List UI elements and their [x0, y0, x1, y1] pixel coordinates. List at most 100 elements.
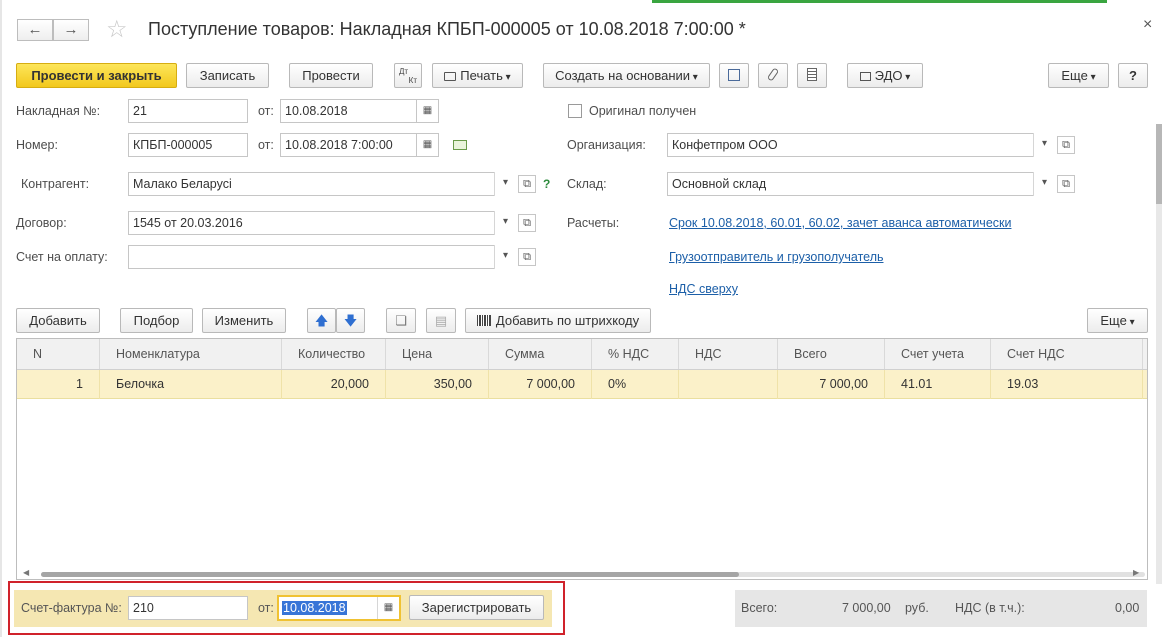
cell-vat-rate: 0%	[592, 370, 679, 399]
column-header-vat[interactable]: НДС	[679, 339, 778, 369]
horizontal-scroll-thumb[interactable]	[41, 572, 739, 577]
window-edge	[0, 0, 2, 637]
open-counterparty-icon[interactable]: ⧉	[518, 175, 536, 193]
number-edit-icon[interactable]	[453, 140, 467, 150]
chevron-down-icon[interactable]: ▾	[494, 211, 516, 235]
original-received-checkbox[interactable]	[568, 104, 582, 118]
organization-label: Организация:	[567, 138, 646, 152]
invoice-date-value: 10.08.2018	[285, 104, 348, 118]
invoice-number-input[interactable]: 21	[128, 99, 248, 123]
invoice-number-label: Накладная №:	[16, 104, 101, 118]
table-row[interactable]: 1 Белочка 20,000 350,00 7 000,00 0% 7 00…	[17, 370, 1147, 399]
create-based-on-button[interactable]: Создать на основании	[543, 63, 710, 88]
cell-quantity: 20,000	[282, 370, 386, 399]
save-button[interactable]: Записать	[186, 63, 269, 88]
payment-invoice-label: Счет на оплату:	[16, 250, 108, 264]
payment-invoice-input[interactable]	[128, 245, 516, 269]
column-header-vat-account[interactable]: Счет НДС	[991, 339, 1143, 369]
column-header-account[interactable]: Счет учета	[885, 339, 991, 369]
close-icon[interactable]: ×	[1143, 16, 1152, 34]
attach-button[interactable]	[758, 63, 788, 88]
favorite-star-icon[interactable]: ☆	[106, 15, 128, 44]
add-by-barcode-button[interactable]: Добавить по штрихкоду	[465, 308, 651, 333]
open-organization-icon[interactable]: ⧉	[1057, 136, 1075, 154]
edo-button[interactable]: ЭДО	[847, 63, 923, 88]
post-button[interactable]: Провести	[289, 63, 373, 88]
cell-vat-account: 19.03	[991, 370, 1143, 399]
arrow-down-icon: 🡇	[343, 313, 358, 328]
copy-icon: ❏	[395, 313, 407, 328]
move-up-button[interactable]: 🡅	[307, 308, 336, 333]
open-warehouse-icon[interactable]: ⧉	[1057, 175, 1075, 193]
paperclip-icon	[766, 67, 780, 82]
chevron-down-icon[interactable]: ▾	[1033, 172, 1055, 196]
add-row-button[interactable]: Добавить	[16, 308, 100, 333]
print-label: Печать	[460, 68, 510, 83]
settlements-label: Расчеты:	[567, 216, 620, 230]
scroll-right-icon[interactable]: ▶	[1133, 568, 1139, 577]
calendar-icon[interactable]: ▦	[416, 133, 439, 157]
vat-on-top-link[interactable]: НДС сверху	[669, 282, 738, 296]
number-label: Номер:	[16, 138, 58, 152]
horizontal-scrollbar[interactable]	[41, 572, 1145, 577]
number-datetime-value: 10.08.2018 7:00:00	[285, 138, 393, 152]
vertical-scroll-thumb[interactable]	[1156, 124, 1162, 204]
print-button[interactable]: Печать	[432, 63, 523, 88]
structure-button[interactable]	[719, 63, 749, 88]
counterparty-input[interactable]: Малако Беларусi	[128, 172, 516, 196]
open-contract-icon[interactable]: ⧉	[518, 214, 536, 232]
more-button[interactable]: Еще	[1048, 63, 1109, 88]
column-header-quantity[interactable]: Количество	[282, 339, 386, 369]
goods-table[interactable]: N Номенклатура Количество Цена Сумма % Н…	[16, 338, 1148, 580]
column-header-total[interactable]: Всего	[778, 339, 885, 369]
structure-icon	[728, 69, 740, 81]
open-payment-invoice-icon[interactable]: ⧉	[518, 248, 536, 266]
arrow-left-icon: ←	[27, 21, 43, 38]
contract-label: Договор:	[16, 216, 67, 230]
counterparty-help-icon[interactable]: ?	[543, 177, 550, 191]
table-header: N Номенклатура Количество Цена Сумма % Н…	[17, 339, 1147, 370]
contract-input[interactable]: 1545 от 20.03.2016	[128, 211, 516, 235]
number-date-from-label: от:	[258, 138, 274, 152]
dt-kt-button[interactable]: Дт Кт	[394, 63, 422, 88]
back-button[interactable]: ←	[17, 19, 53, 41]
chevron-down-icon[interactable]: ▾	[1033, 133, 1055, 157]
organization-input[interactable]: Конфетпром ООО	[667, 133, 1055, 157]
column-header-price[interactable]: Цена	[386, 339, 489, 369]
forward-button[interactable]: →	[53, 19, 89, 41]
settlements-link[interactable]: Срок 10.08.2018, 60.01, 60.02, зачет ава…	[669, 216, 1011, 230]
warehouse-input[interactable]: Основной склад	[667, 172, 1055, 196]
debit-icon: Дт	[399, 67, 409, 76]
cell-item: Белочка	[100, 370, 282, 399]
table-more-button[interactable]: Еще	[1087, 308, 1148, 333]
copy-button[interactable]: ❏	[386, 308, 416, 333]
paste-button[interactable]: ▤	[426, 308, 456, 333]
column-header-sum[interactable]: Сумма	[489, 339, 592, 369]
cell-price: 350,00	[386, 370, 489, 399]
help-button[interactable]: ?	[1118, 63, 1148, 88]
credit-icon: Кт	[408, 76, 417, 85]
edit-row-button[interactable]: Изменить	[202, 308, 286, 333]
scroll-left-icon[interactable]: ◀	[23, 568, 29, 577]
cell-vat	[679, 370, 778, 399]
window-title: Поступление товаров: Накладная КПБП-0000…	[148, 19, 746, 39]
column-header-vat-rate[interactable]: % НДС	[592, 339, 679, 369]
barcode-icon	[476, 315, 491, 326]
table-more-label: Еще	[1100, 313, 1134, 328]
move-down-button[interactable]: 🡇	[336, 308, 365, 333]
shipper-consignee-link[interactable]: Грузоотправитель и грузополучатель	[669, 250, 884, 264]
chevron-down-icon[interactable]: ▾	[494, 245, 516, 269]
column-header-item[interactable]: Номенклатура	[100, 339, 282, 369]
edo-icon	[859, 72, 871, 81]
number-input[interactable]: КПБП-000005	[128, 133, 248, 157]
counterparty-label: Контрагент:	[21, 177, 90, 191]
cell-total: 7 000,00	[778, 370, 885, 399]
post-and-close-button[interactable]: Провести и закрыть	[16, 63, 177, 88]
calendar-icon[interactable]: ▦	[416, 99, 439, 123]
pick-button[interactable]: Подбор	[120, 308, 193, 333]
list-button[interactable]	[797, 63, 827, 88]
vertical-scrollbar[interactable]	[1156, 124, 1162, 584]
currency-label: руб.	[905, 601, 929, 615]
chevron-down-icon[interactable]: ▾	[494, 172, 516, 196]
column-header-n[interactable]: N	[17, 339, 100, 369]
